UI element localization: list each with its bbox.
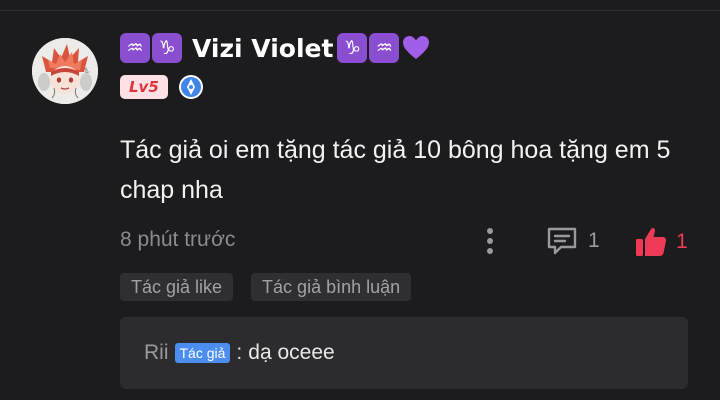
capricorn-icon: ♑ xyxy=(337,33,368,63)
more-options-button[interactable] xyxy=(478,226,502,256)
reply-count: 1 xyxy=(588,229,600,252)
author-badge: Tác giả xyxy=(174,343,231,363)
user-badges: Lv5 xyxy=(120,74,204,100)
top-divider xyxy=(0,10,720,11)
more-dot-icon xyxy=(487,238,493,244)
more-dot-icon xyxy=(487,228,493,234)
comment-tags: Tác giả like Tác giả bình luận xyxy=(120,273,412,301)
level-badge: Lv5 xyxy=(120,75,168,99)
reply-line: Rii Tác giả : dạ oceee xyxy=(144,341,335,365)
comment-icon xyxy=(547,227,577,255)
user-avatar[interactable]: xd xyxy=(32,38,98,104)
tag-author-liked: Tác giả like xyxy=(120,273,234,301)
username-row[interactable]: ♒ ♑ Vizi Violet ♑ ♒ xyxy=(120,31,431,65)
comment-text: Tác giả oi em tặng tác giả 10 bông hoa t… xyxy=(120,136,671,204)
reply-preview[interactable]: Rii Tác giả : dạ oceee xyxy=(120,317,688,389)
like-button[interactable]: 1 xyxy=(634,226,688,258)
thumbs-up-icon xyxy=(636,227,667,256)
reply-separator: : xyxy=(236,341,243,364)
blue-pen-badge-icon xyxy=(178,75,203,99)
like-count: 1 xyxy=(676,230,688,253)
tag-author-commented: Tác giả bình luận xyxy=(251,273,412,301)
reply-button[interactable]: 1 xyxy=(546,226,600,256)
avatar-image: xd xyxy=(32,38,98,104)
capricorn-icon: ♑ xyxy=(152,33,182,63)
reply-content: dạ oceee xyxy=(248,341,335,364)
aquarius-icon: ♒ xyxy=(369,33,400,63)
username[interactable]: Vizi Violet xyxy=(192,34,333,63)
aquarius-icon: ♒ xyxy=(120,33,150,63)
comment-screen: xd ♒ ♑ Vizi Violet ♑ ♒ Lv5 Tác giả oi em… xyxy=(0,0,720,400)
more-dot-icon xyxy=(487,248,493,254)
comment-timestamp: 8 phút trước xyxy=(120,228,236,251)
reply-author-name[interactable]: Rii xyxy=(144,341,169,365)
purple-heart-icon xyxy=(403,36,430,59)
